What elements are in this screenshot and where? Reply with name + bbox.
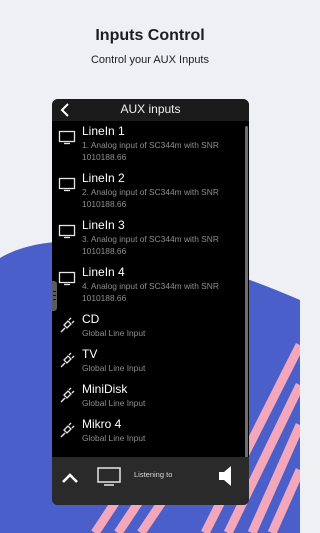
- input-name: Mikro 4: [82, 417, 122, 431]
- app-bar: AUX inputs: [52, 99, 249, 121]
- tv-icon: [58, 177, 76, 192]
- input-description: 1. Analog input of SC344m with SNR 10101…: [82, 140, 219, 162]
- aux-input-item[interactable]: TV Global Line Input: [52, 347, 242, 382]
- tv-icon: [58, 130, 76, 145]
- list-scrollbar[interactable]: [245, 126, 248, 458]
- aux-input-item[interactable]: LineIn 2 2. Analog input of SC344m with …: [52, 171, 242, 218]
- aux-input-list: LineIn 1 1. Analog input of SC344m with …: [52, 124, 242, 452]
- input-description: 3. Analog input of SC344m with SNR 10101…: [82, 234, 219, 256]
- promo-subtitle: Control your AUX Inputs: [90, 54, 209, 66]
- input-name: LineIn 3: [82, 218, 125, 232]
- aux-input-item[interactable]: MiniDisk Global Line Input: [52, 382, 242, 417]
- plug-icon: [60, 387, 75, 403]
- input-name: LineIn 4: [82, 265, 125, 279]
- input-description: Global Line Input: [82, 363, 146, 373]
- app-screen: AUX inputs LineIn 1 1. Analog input of S…: [52, 99, 249, 505]
- aux-input-item[interactable]: LineIn 1 1. Analog input of SC344m with …: [52, 124, 242, 171]
- input-description: 4. Analog input of SC344m with SNR 10101…: [82, 281, 219, 303]
- input-name: TV: [82, 347, 98, 361]
- screen-title: AUX inputs: [120, 102, 181, 116]
- aux-input-item[interactable]: LineIn 4 4. Analog input of SC344m with …: [52, 265, 242, 312]
- tv-icon: [58, 224, 76, 239]
- input-description: Global Line Input: [82, 433, 146, 443]
- aux-input-item[interactable]: CD Global Line Input: [52, 312, 242, 347]
- aux-input-item[interactable]: LineIn 3 3. Analog input of SC344m with …: [52, 218, 242, 265]
- chevron-up-icon[interactable]: [60, 467, 80, 489]
- aux-input-item[interactable]: Mikro 4 Global Line Input: [52, 417, 242, 452]
- plug-icon: [60, 352, 75, 368]
- tv-icon: [58, 271, 76, 286]
- input-description: 2. Analog input of SC344m with SNR 10101…: [82, 187, 219, 209]
- tv-icon[interactable]: [96, 465, 122, 489]
- plug-icon: [60, 422, 75, 438]
- listening-label: Listening to: [134, 470, 173, 479]
- input-name: LineIn 2: [82, 171, 125, 185]
- input-description: Global Line Input: [82, 328, 146, 338]
- input-name: MiniDisk: [82, 382, 128, 396]
- now-playing-bar: Listening to: [52, 457, 249, 505]
- speaker-icon[interactable]: [216, 463, 236, 489]
- promo-title: Inputs Control: [95, 27, 205, 44]
- input-name: CD: [82, 312, 100, 326]
- drawer-handle[interactable]: [52, 281, 57, 311]
- input-description: Global Line Input: [82, 398, 146, 408]
- plug-icon: [60, 317, 75, 333]
- input-name: LineIn 1: [82, 124, 125, 138]
